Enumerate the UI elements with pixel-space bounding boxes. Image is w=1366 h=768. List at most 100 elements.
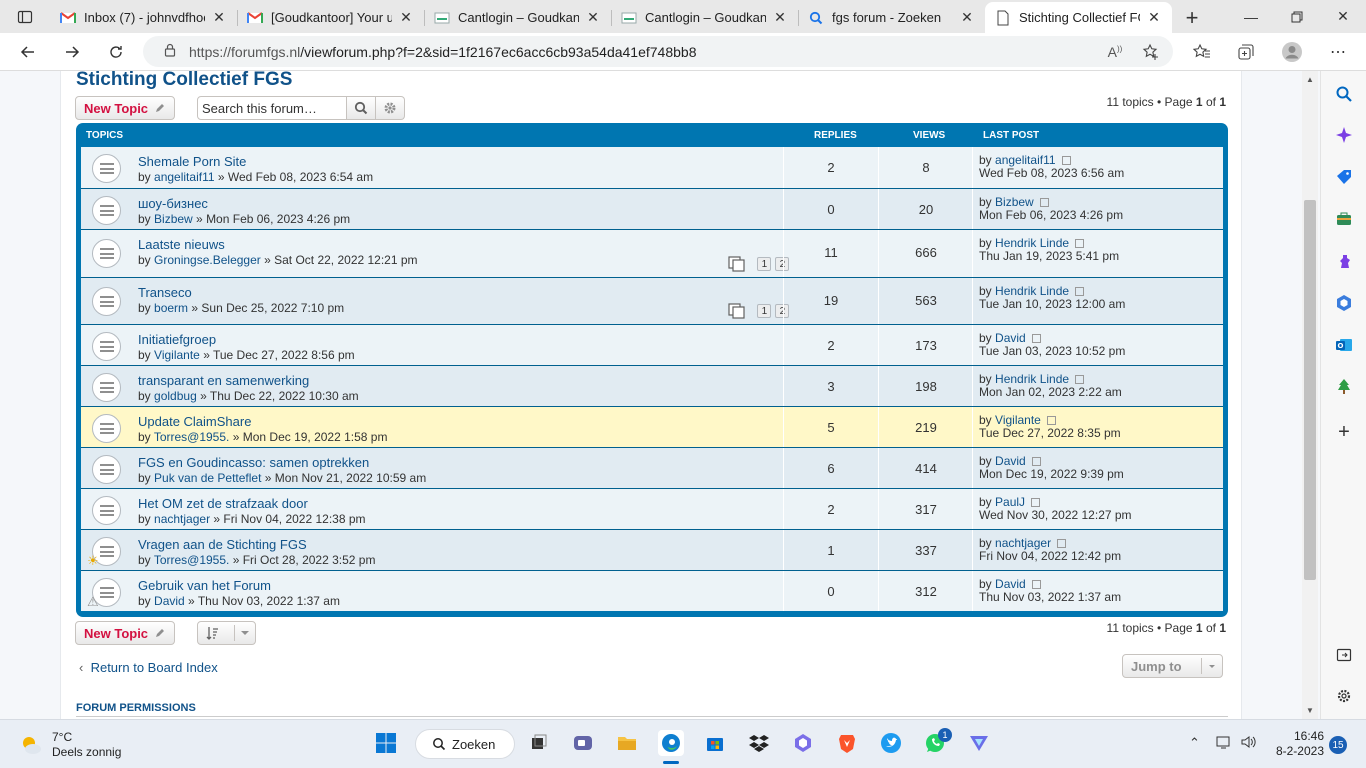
favorites-icon[interactable] bbox=[1188, 38, 1216, 66]
minimize-button[interactable]: — bbox=[1228, 0, 1274, 33]
go-to-last-post-icon[interactable] bbox=[1046, 416, 1056, 425]
last-post-author-link[interactable]: Hendrik Linde bbox=[995, 284, 1069, 298]
system-clock[interactable]: 16:46 8-2-2023 bbox=[1272, 729, 1324, 759]
sort-options-button[interactable] bbox=[197, 621, 256, 645]
network-icon[interactable] bbox=[1216, 735, 1232, 752]
scrollbar-thumb[interactable] bbox=[1304, 200, 1316, 580]
search-icon[interactable] bbox=[1333, 83, 1355, 105]
browser-tab[interactable]: Inbox (7) - johnvdfhoo ✕ bbox=[50, 2, 237, 33]
topic-title-link[interactable]: шоу-бизнес bbox=[138, 196, 208, 211]
close-window-button[interactable]: ✕ bbox=[1320, 0, 1366, 33]
last-post-author-link[interactable]: PaulJ bbox=[995, 495, 1025, 509]
shopping-tag-icon[interactable] bbox=[1333, 166, 1355, 188]
office-icon[interactable] bbox=[1333, 292, 1355, 314]
close-icon[interactable]: ✕ bbox=[1146, 9, 1162, 26]
dropbox-icon[interactable] bbox=[746, 730, 772, 756]
close-icon[interactable]: ✕ bbox=[959, 9, 975, 26]
advanced-search-button[interactable] bbox=[376, 96, 405, 120]
page-link[interactable]: 1 bbox=[757, 304, 772, 318]
profile-avatar-icon[interactable] bbox=[1278, 38, 1306, 66]
author-link[interactable]: Vigilante bbox=[154, 348, 200, 362]
back-button[interactable] bbox=[14, 38, 42, 66]
browser-tab[interactable]: fgs forum - Zoeken ✕ bbox=[798, 2, 985, 33]
last-post-author-link[interactable]: Bizbew bbox=[995, 195, 1034, 209]
weather-widget[interactable]: 7°C Deels zonnig bbox=[18, 730, 121, 760]
topic-title-link[interactable]: Vragen aan de Stichting FGS bbox=[138, 537, 307, 552]
go-to-last-post-icon[interactable] bbox=[1031, 457, 1041, 466]
topic-title-link[interactable]: Laatste nieuws bbox=[138, 237, 225, 252]
last-post-author-link[interactable]: David bbox=[995, 331, 1026, 345]
author-link[interactable]: Groningse.Belegger bbox=[154, 253, 261, 267]
topic-title-link[interactable]: Transeco bbox=[138, 285, 192, 300]
topic-title-link[interactable]: Update ClaimShare bbox=[138, 414, 251, 429]
add-favorite-icon[interactable] bbox=[1137, 38, 1165, 66]
last-post-author-link[interactable]: Hendrik Linde bbox=[995, 236, 1069, 250]
file-explorer-icon[interactable] bbox=[614, 730, 640, 756]
author-link[interactable]: David bbox=[154, 594, 185, 608]
new-tab-button[interactable]: + bbox=[1172, 2, 1212, 33]
outlook-icon[interactable]: O bbox=[1333, 334, 1355, 356]
forum-title[interactable]: Stichting Collectief FGS bbox=[76, 71, 292, 91]
topic-title-link[interactable]: Gebruik van het Forum bbox=[138, 578, 271, 593]
author-link[interactable]: Bizbew bbox=[154, 212, 193, 226]
copilot-sparkle-icon[interactable] bbox=[1333, 124, 1355, 146]
edge-browser-icon[interactable] bbox=[658, 730, 684, 756]
games-chess-icon[interactable] bbox=[1333, 250, 1355, 272]
refresh-button[interactable] bbox=[102, 38, 130, 66]
return-to-index-link[interactable]: ‹ Return to Board Index bbox=[79, 660, 218, 675]
author-link[interactable]: Puk van de Petteflet bbox=[154, 471, 261, 485]
browser-tab[interactable]: [Goudkantoor] Your us ✕ bbox=[237, 2, 424, 33]
scroll-up-icon[interactable]: ▲ bbox=[1306, 75, 1314, 84]
chevron-up-icon[interactable]: ⌃ bbox=[1189, 735, 1200, 751]
go-to-last-post-icon[interactable] bbox=[1031, 334, 1041, 343]
last-post-author-link[interactable]: angelitaif11 bbox=[995, 153, 1056, 167]
copilot-icon[interactable] bbox=[790, 730, 816, 756]
author-link[interactable]: angelitaif11 bbox=[154, 170, 215, 184]
last-post-author-link[interactable]: Hendrik Linde bbox=[995, 372, 1069, 386]
tree-icon[interactable] bbox=[1333, 376, 1355, 398]
go-to-last-post-icon[interactable] bbox=[1075, 375, 1085, 384]
restore-button[interactable] bbox=[1274, 0, 1320, 33]
teams-chat-icon[interactable] bbox=[570, 730, 596, 756]
brave-browser-icon[interactable] bbox=[834, 730, 860, 756]
browser-tab[interactable]: Stichting Collectief FG ✕ bbox=[985, 2, 1172, 33]
go-to-last-post-icon[interactable] bbox=[1039, 198, 1049, 207]
topic-title-link[interactable]: Het OM zet de strafzaak door bbox=[138, 496, 308, 511]
close-icon[interactable]: ✕ bbox=[211, 9, 227, 26]
close-icon[interactable]: ✕ bbox=[772, 9, 788, 26]
gear-icon[interactable] bbox=[1333, 685, 1355, 707]
author-link[interactable]: goldbug bbox=[154, 389, 197, 403]
topic-title-link[interactable]: Shemale Porn Site bbox=[138, 154, 246, 169]
close-icon[interactable]: ✕ bbox=[585, 9, 601, 26]
task-view-icon[interactable] bbox=[526, 730, 552, 756]
read-aloud-icon[interactable]: A)) bbox=[1101, 38, 1129, 66]
last-post-author-link[interactable]: Vigilante bbox=[995, 413, 1041, 427]
go-to-last-post-icon[interactable] bbox=[1057, 539, 1067, 548]
add-icon[interactable]: + bbox=[1333, 421, 1355, 443]
author-link[interactable]: boerm bbox=[154, 301, 188, 315]
taskbar-search[interactable]: Zoeken bbox=[415, 729, 515, 759]
go-to-last-post-icon[interactable] bbox=[1031, 580, 1041, 589]
go-to-last-post-icon[interactable] bbox=[1075, 239, 1085, 248]
tab-actions-button[interactable] bbox=[0, 0, 50, 33]
twitter-icon[interactable] bbox=[878, 730, 904, 756]
vpn-triangle-icon[interactable] bbox=[966, 730, 992, 756]
browser-tab[interactable]: Cantlogin – Goudkant ✕ bbox=[424, 2, 611, 33]
volume-icon[interactable] bbox=[1240, 735, 1256, 752]
browser-tab[interactable]: Cantlogin – Goudkant ✕ bbox=[611, 2, 798, 33]
split-screen-icon[interactable] bbox=[1333, 644, 1355, 666]
collections-icon[interactable] bbox=[1232, 38, 1260, 66]
topic-title-link[interactable]: transparant en samenwerking bbox=[138, 373, 309, 388]
start-windows-icon[interactable] bbox=[373, 730, 399, 756]
last-post-author-link[interactable]: David bbox=[995, 454, 1026, 468]
go-to-last-post-icon[interactable] bbox=[1075, 287, 1085, 296]
topic-title-link[interactable]: Initiatiefgroep bbox=[138, 332, 216, 347]
last-post-author-link[interactable]: David bbox=[995, 577, 1026, 591]
search-button[interactable] bbox=[347, 96, 376, 120]
notification-badge[interactable]: 15 bbox=[1329, 736, 1347, 754]
page-link[interactable]: 1 bbox=[757, 257, 772, 271]
url-field[interactable]: https://forumfgs.nl/viewforum.php?f=2&si… bbox=[143, 36, 1173, 67]
topic-title-link[interactable]: FGS en Goudincasso: samen optrekken bbox=[138, 455, 369, 470]
go-to-last-post-icon[interactable] bbox=[1061, 156, 1071, 165]
scroll-down-icon[interactable]: ▼ bbox=[1306, 706, 1314, 715]
